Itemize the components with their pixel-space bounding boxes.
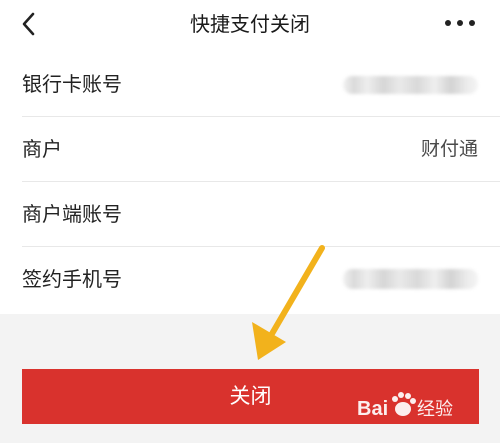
watermark: Bai 经验 bbox=[357, 392, 453, 420]
row-merchant-account: 商户端账号 bbox=[0, 182, 500, 247]
svg-text:Bai: Bai bbox=[357, 398, 388, 420]
row-value: 财付通 bbox=[420, 138, 478, 160]
row-label: 商户端账号 bbox=[22, 202, 122, 226]
nav-bar: 快捷支付关闭 bbox=[0, 0, 500, 52]
row-merchant: 商户 财付通 bbox=[0, 117, 500, 182]
baidu-paw-icon bbox=[392, 392, 416, 416]
more-horizontal-icon[interactable] bbox=[443, 17, 477, 29]
info-list: 银行卡账号 商户 财付通 商户端账号 签约手机号 bbox=[0, 52, 500, 314]
row-bank-card-number: 银行卡账号 bbox=[0, 52, 500, 117]
svg-text:经验: 经验 bbox=[417, 399, 453, 420]
masked-value bbox=[343, 269, 478, 289]
masked-value bbox=[343, 76, 478, 94]
row-label: 银行卡账号 bbox=[22, 72, 122, 96]
row-signed-phone: 签约手机号 bbox=[0, 247, 500, 312]
row-label: 商户 bbox=[22, 137, 62, 161]
page-title: 快捷支付关闭 bbox=[190, 12, 310, 36]
row-label: 签约手机号 bbox=[22, 267, 122, 291]
